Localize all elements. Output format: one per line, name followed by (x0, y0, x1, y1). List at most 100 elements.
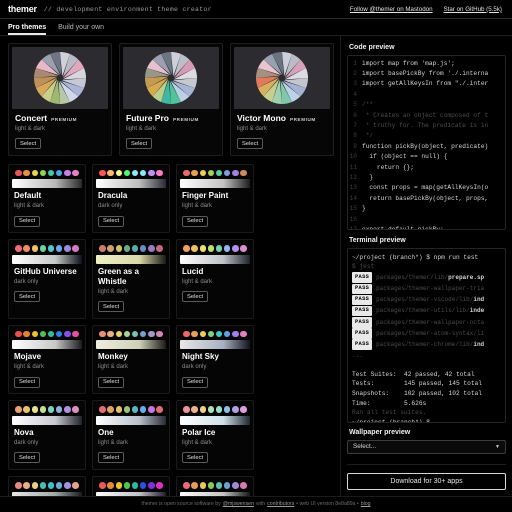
footer-contributors-link[interactable]: contributors (267, 501, 294, 507)
theme-card[interactable]: Polar Ice light & dark Select (176, 400, 254, 470)
pass-path: packages/themer-utils/lib/inde (376, 307, 485, 315)
theme-card[interactable]: Mojave light & dark Select (8, 324, 86, 395)
select-button[interactable]: Select (182, 452, 209, 464)
code-line-text: return {}; (362, 163, 414, 171)
theme-card[interactable]: Finger Paint light & dark Select (176, 163, 254, 234)
theme-shade-ramp (12, 415, 82, 425)
pass-path: packages/themer-vscode/lib/ind (376, 296, 485, 304)
theme-browser: Concert PREMIUM light & dark Select Future P… (0, 36, 340, 496)
theme-color-dot (223, 330, 231, 338)
select-button[interactable]: Select (14, 215, 41, 227)
pro-theme-card[interactable]: Future Pro PREMIUM light & dark Select (119, 42, 223, 156)
theme-card[interactable]: Green as a Whistle light & dark Select (92, 239, 170, 319)
theme-card[interactable]: Nova dark only Select (8, 400, 86, 470)
code-line-number: 16 (349, 215, 357, 223)
theme-card[interactable]: GitHub Universe dark only Select (8, 239, 86, 319)
pro-theme-meta: Future Pro PREMIUM light & dark Select (123, 109, 219, 150)
theme-color-dot (31, 481, 39, 489)
pro-theme-card[interactable]: Concert PREMIUM light & dark Select (8, 42, 112, 156)
code-line-text: } (362, 174, 374, 181)
theme-color-dot (131, 481, 139, 489)
select-button[interactable]: Select (126, 138, 153, 150)
code-preview-label: Code preview (349, 43, 395, 51)
theme-color-dot (147, 169, 155, 177)
pro-theme-title: Future Pro PREMIUM (126, 113, 216, 123)
code-line-number: 5 (353, 101, 357, 109)
theme-name: Nova (14, 427, 34, 437)
tab-pro-themes[interactable]: Pro themes (8, 24, 47, 35)
theme-name: One (98, 427, 114, 437)
theme-shade-ramp (12, 254, 82, 264)
theme-color-dot (99, 169, 106, 177)
theme-card[interactable]: Default light & dark Select (8, 163, 86, 234)
theme-card[interactable]: Rivetlight & darkSelect (92, 475, 170, 496)
tab-build-your-own[interactable]: Build your own (58, 24, 104, 35)
code-line-text: import map from 'map.js'; (362, 59, 455, 67)
theme-color-dot (55, 245, 63, 252)
theme-color-dot (115, 245, 123, 252)
terminal-pass-row: PASS packages/themer-atom-syntax/li (352, 328, 501, 339)
select-button[interactable]: Select (237, 138, 264, 150)
theme-color-dot (72, 406, 79, 413)
theme-color-dot (115, 169, 123, 177)
theme-card[interactable]: Setidark onlySelect (176, 475, 254, 496)
code-line-text: * Creates an object composed of t (362, 111, 489, 119)
theme-color-dot (63, 481, 71, 489)
theme-color-dot (23, 169, 31, 177)
select-button[interactable]: Select (14, 452, 41, 464)
select-button[interactable]: Select (182, 291, 209, 303)
select-button[interactable]: Select (98, 452, 125, 464)
theme-card[interactable]: Night Sky dark only Select (176, 324, 254, 395)
select-button[interactable]: Select (182, 215, 209, 227)
select-button[interactable]: Select (14, 376, 41, 388)
theme-card[interactable]: Lucid light & dark Select (176, 239, 254, 319)
select-button[interactable]: Select (14, 291, 41, 303)
code-line-number: 8 (353, 132, 357, 140)
theme-swatch-row (96, 480, 166, 489)
terminal-pass-row: PASS packages/themer-vscode/lib/ind (352, 294, 501, 306)
theme-color-dot (191, 406, 199, 413)
theme-swatch-row (12, 243, 82, 252)
theme-color-dot (191, 245, 199, 252)
footer-blog-link[interactable]: blog (361, 501, 371, 507)
code-preview-box: 1 import map from 'map.js'; 2 import basePi… (347, 54, 506, 230)
theme-color-dot (231, 406, 239, 413)
theme-color-dot (15, 169, 22, 177)
theme-meta: Finger Paint light & dark Select (180, 188, 250, 227)
theme-color-dot (156, 406, 163, 413)
theme-color-dot (156, 481, 163, 489)
theme-swatch-row (180, 329, 250, 338)
select-button[interactable]: Select (182, 376, 209, 388)
github-star-link[interactable]: Star on GitHub (5.5k) (444, 6, 502, 13)
select-button[interactable]: Select (15, 138, 42, 150)
theme-variant: dark only (14, 439, 39, 446)
theme-color-dot (147, 245, 155, 252)
theme-color-dot (31, 169, 39, 177)
theme-card[interactable]: Right in the Tealslight & darkSelect (8, 475, 86, 496)
mastodon-link[interactable]: Follow @themer on Mastodon (350, 6, 433, 13)
theme-color-dot (223, 245, 231, 252)
code-line-number: 11 (349, 163, 357, 171)
theme-color-dot (55, 330, 63, 338)
select-button[interactable]: Select (98, 301, 125, 313)
theme-color-dot (240, 169, 247, 177)
theme-color-dot (23, 481, 31, 489)
pro-theme-card[interactable]: Victor Mono PREMIUM light & dark Select (230, 42, 334, 156)
footer-author-link[interactable]: @mjswensen (223, 501, 254, 507)
app-root: themer // development environment theme … (0, 0, 512, 512)
theme-card[interactable]: Monkey light & dark Select (92, 324, 170, 395)
theme-card[interactable]: Dracula dark only Select (92, 163, 170, 234)
theme-swatch-row (96, 168, 166, 177)
select-button[interactable]: Select (98, 376, 125, 388)
theme-swatch-row (180, 168, 250, 177)
terminal-summary-line: Tests: 145 passed, 145 total (352, 380, 482, 388)
theme-color-dot (147, 481, 155, 489)
theme-color-dot (240, 406, 247, 413)
download-button[interactable]: Download for 30+ apps (347, 472, 506, 490)
theme-variant: light & dark (98, 364, 129, 371)
theme-card[interactable]: One light & dark Select (92, 400, 170, 470)
theme-color-dot (240, 245, 247, 252)
code-line: 11 return {}; (348, 163, 505, 173)
wallpaper-select[interactable]: Select... ▼ (347, 439, 506, 454)
select-button[interactable]: Select (98, 215, 125, 227)
